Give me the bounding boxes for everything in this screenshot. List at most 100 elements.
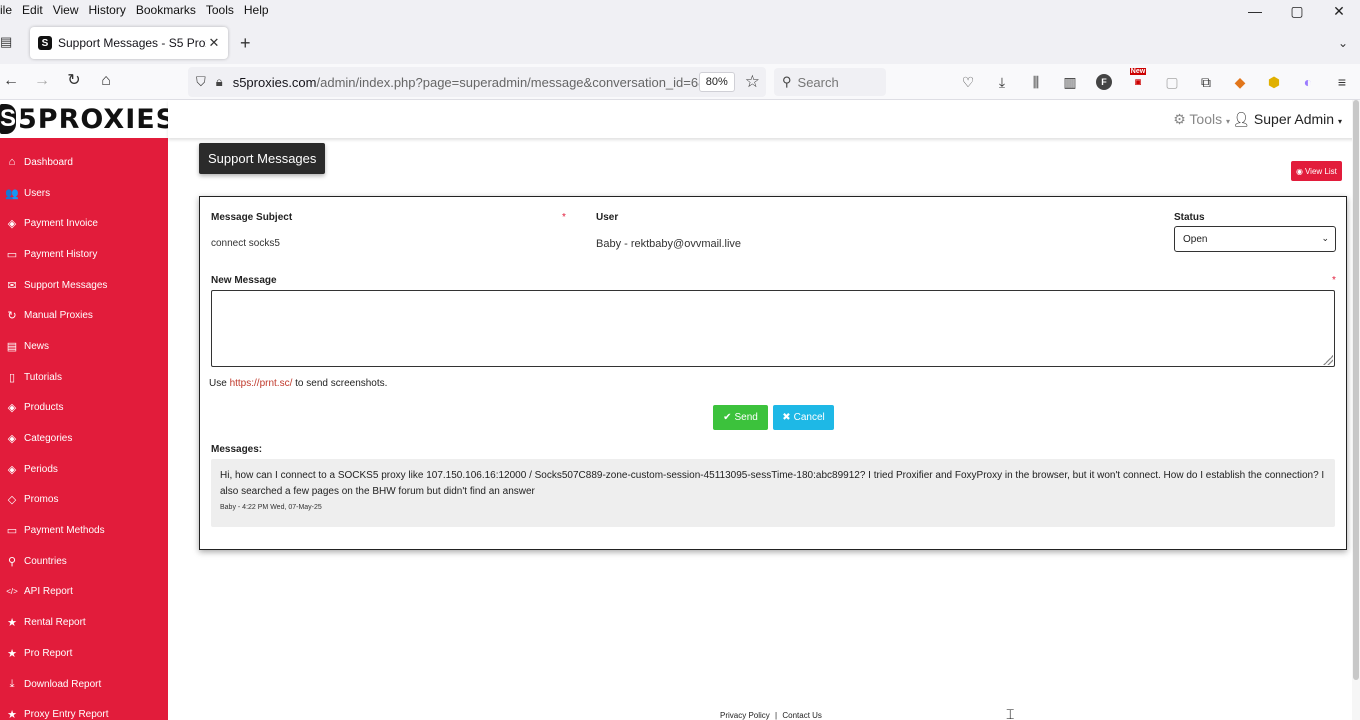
sidebar-item-manual-proxies[interactable]: ↻ Manual Proxies	[0, 300, 168, 331]
status-label: Status	[1174, 212, 1205, 223]
sidebar-item-categories[interactable]: ◈ Categories	[0, 423, 168, 454]
scrollbar-thumb[interactable]	[1353, 100, 1359, 680]
tags-icon: ◈	[7, 402, 17, 415]
sidebar-item-label: Manual Proxies	[24, 310, 93, 322]
reload-icon[interactable]: ↻	[63, 72, 85, 90]
status-select[interactable]: Open ⌄	[1174, 226, 1336, 252]
downloads-icon[interactable]: ⤓	[990, 72, 1014, 92]
metamask-fox-icon[interactable]: ◆	[1228, 72, 1252, 92]
menu-history[interactable]: History	[84, 1, 131, 19]
menu-bookmarks[interactable]: Bookmarks	[131, 1, 201, 19]
map-marker-icon: ⚲	[7, 555, 17, 568]
sidebar-toggle-icon[interactable]: ▥	[1058, 72, 1082, 92]
lock-icon[interactable]: 🔒︎	[216, 74, 223, 90]
back-icon[interactable]: ←	[0, 72, 22, 90]
extension-hex-icon[interactable]: ⬢	[1262, 72, 1286, 92]
sidebar-item-pro-report[interactable]: ★ Pro Report	[0, 638, 168, 669]
subject-value: connect socks5	[211, 238, 280, 249]
sidebar-item-products[interactable]: ◈ Products	[0, 393, 168, 424]
subject-required-mark: *	[562, 212, 566, 223]
minimize-button[interactable]: —	[1234, 0, 1276, 22]
extension-page-icon[interactable]: ▢	[1160, 72, 1184, 92]
library-icon[interactable]: ⫼	[1024, 72, 1048, 92]
menu-edit[interactable]: Edit	[17, 1, 48, 19]
pocket-icon[interactable]: ♡	[956, 72, 980, 92]
sidebar-item-users[interactable]: 👥 Users	[0, 178, 168, 209]
new-tab-button[interactable]: +	[240, 34, 251, 52]
view-list-button[interactable]: ◉ View List	[1291, 161, 1342, 181]
maximize-button[interactable]: ▢	[1276, 0, 1318, 22]
toolbar-icons: ♡ ⤓ ⫼ ▥ F New ▣ ▢ ⧉ ◆ ⬢ ◐ ≡	[956, 68, 1360, 92]
tab-list-icon[interactable]: ▤	[0, 34, 16, 50]
page-scrollbar[interactable]	[1352, 100, 1360, 720]
tab-support-messages[interactable]: S Support Messages - S5 Proxies ✕	[30, 27, 228, 59]
privacy-policy-link[interactable]: Privacy Policy	[720, 711, 770, 720]
sidebar-item-tutorials[interactable]: ▯ Tutorials	[0, 362, 168, 393]
user-label: User	[596, 212, 619, 223]
sidebar-item-payment-history[interactable]: ▭ Payment History	[0, 239, 168, 270]
extension-purple-icon[interactable]: ◐	[1296, 72, 1320, 92]
sidebar-item-label: API Report	[24, 586, 73, 598]
account-f-icon[interactable]: F	[1096, 74, 1112, 90]
sidebar-item-payment-methods[interactable]: ▭ Payment Methods	[0, 515, 168, 546]
home-icon[interactable]: ⌂	[95, 72, 117, 90]
close-tab-icon[interactable]: ✕	[206, 35, 222, 51]
cancel-button[interactable]: ✖ Cancel	[773, 405, 834, 430]
sidebar-item-payment-invoice[interactable]: ◈ Payment Invoice	[0, 208, 168, 239]
sidebar-item-label: Categories	[24, 433, 73, 445]
sidebar-item-rental-report[interactable]: ★ Rental Report	[0, 607, 168, 638]
sidebar-item-label: Periods	[24, 463, 58, 475]
sidebar-item-proxy-entry-report[interactable]: ★ Proxy Entry Report	[0, 699, 168, 720]
sidebar-item-promos[interactable]: ◇ Promos	[0, 485, 168, 516]
file-icon: ▯	[8, 371, 16, 384]
tools-dropdown[interactable]: ⚙ Tools ▾	[1173, 111, 1230, 128]
sidebar-item-label: Users	[24, 187, 51, 199]
menu-file[interactable]: ile	[0, 1, 17, 19]
sidebar-item-label: Support Messages	[24, 279, 108, 291]
sidebar-item-label: Dashboard	[24, 156, 73, 168]
search-placeholder: Search	[797, 74, 839, 90]
sidebar-item-label: Download Report	[24, 678, 102, 690]
app-menu-icon[interactable]: ≡	[1330, 72, 1354, 92]
extensions-puzzle-icon[interactable]: ⧉	[1194, 72, 1218, 92]
extension-new-icon[interactable]: New ▣	[1126, 68, 1150, 92]
sidebar-item-download-report[interactable]: ⤓ Download Report	[0, 669, 168, 700]
sidebar-item-periods[interactable]: ◈ Periods	[0, 454, 168, 485]
search-box[interactable]: ⚲ Search	[774, 68, 886, 96]
super-admin-dropdown[interactable]: 👤︎ Super Admin ▾	[1232, 111, 1342, 128]
sidebar-item-label: Rental Report	[24, 617, 86, 629]
bookmark-star-icon[interactable]: ☆	[745, 72, 760, 92]
menu-help[interactable]: Help	[239, 1, 274, 19]
navigation-toolbar: ← → ↻ ⌂ ⛉ 🔒︎ s5proxies.com/admin/index.p…	[0, 64, 1360, 100]
sidebar-item-support-messages[interactable]: ✉ Support Messages	[0, 270, 168, 301]
s5proxies-logo[interactable]: S 5PROXIES	[0, 100, 175, 138]
eraser-icon: ◇	[7, 494, 17, 507]
menu-view[interactable]: View	[48, 1, 84, 19]
code-icon: </>	[6, 587, 18, 597]
close-window-button[interactable]: ✕	[1318, 0, 1360, 22]
menu-tools[interactable]: Tools	[201, 1, 239, 19]
sidebar: S 5PROXIES ⌂ Dashboard 👥 Users ◈ Payment Invo…	[0, 100, 175, 720]
contact-us-link[interactable]: Contact Us	[782, 711, 822, 720]
zoom-level-badge[interactable]: 80%	[698, 72, 735, 92]
send-button[interactable]: ✔ Send	[713, 405, 768, 430]
shield-icon[interactable]: ⛉	[196, 74, 206, 90]
textarea-resize-handle[interactable]	[1323, 355, 1333, 365]
sidebar-item-label: Pro Report	[24, 647, 73, 659]
sidebar-item-label: Countries	[24, 555, 67, 567]
prnt-sc-link[interactable]: https://prnt.sc/	[230, 378, 293, 389]
message-card: Message Subject * connect socks5 User Ba…	[199, 196, 1347, 550]
address-bar[interactable]: ⛉ 🔒︎ s5proxies.com/admin/index.php?page=…	[188, 67, 766, 97]
sidebar-item-news[interactable]: ▤ News	[0, 331, 168, 362]
sidebar-item-countries[interactable]: ⚲ Countries	[0, 546, 168, 577]
forward-icon[interactable]: →	[31, 72, 53, 90]
mouse-cursor-icon: ⌶	[1006, 706, 1015, 720]
home-icon: ⌂	[8, 156, 16, 169]
chevron-down-icon[interactable]: ⌄	[1338, 36, 1348, 50]
url-text[interactable]: s5proxies.com/admin/index.php?page=super…	[233, 75, 699, 90]
card-icon: ▭	[6, 248, 18, 261]
refresh-icon: ↻	[7, 310, 17, 323]
new-message-textarea[interactable]	[211, 290, 1335, 367]
sidebar-item-dashboard[interactable]: ⌂ Dashboard	[0, 147, 168, 178]
sidebar-item-api-report[interactable]: </> API Report	[0, 577, 168, 608]
